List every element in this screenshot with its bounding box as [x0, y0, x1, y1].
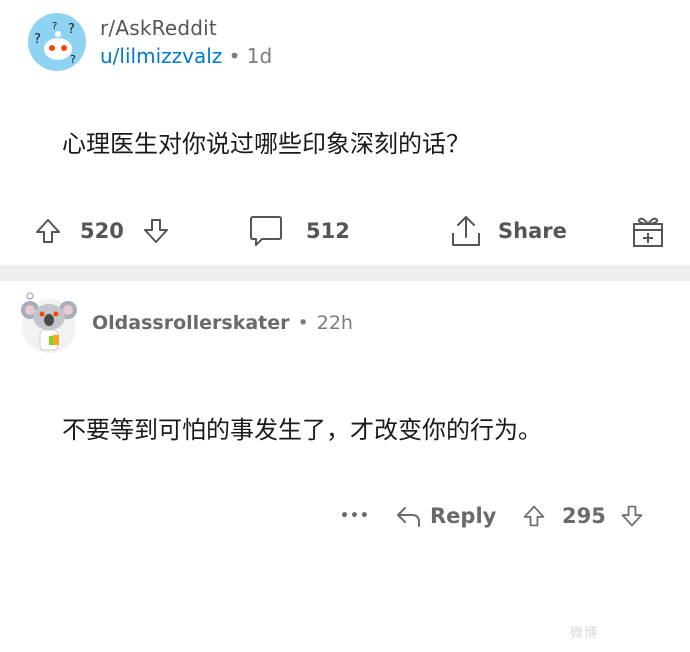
post-header: ? ? ? ? r/AskReddit u/lilmizzvalz • 1d — [28, 12, 272, 72]
post-vote-count: 520 — [80, 219, 124, 243]
snoo-question-icon: ? ? ? ? — [34, 21, 76, 66]
svg-text:?: ? — [52, 21, 57, 32]
downvote-button[interactable] — [142, 205, 170, 257]
reply-arrow-icon — [397, 507, 420, 527]
comment-header: Oldassrollerskater • 22h — [20, 290, 353, 356]
svg-text:?: ? — [68, 22, 75, 37]
comment-meta-separator: • — [297, 312, 309, 334]
reply-button[interactable]: Reply — [394, 492, 496, 540]
comment-age: 22h — [316, 312, 353, 334]
upvote-arrow-icon — [523, 505, 545, 527]
gift-icon — [633, 217, 663, 247]
subreddit-name[interactable]: r/AskReddit — [100, 16, 272, 41]
watermark: 微博 — [570, 626, 599, 641]
svg-text:?: ? — [34, 32, 41, 47]
comment-author[interactable]: Oldassrollerskater — [92, 312, 290, 334]
meta-separator: • — [228, 43, 241, 68]
comment-downvote-button[interactable] — [620, 492, 644, 540]
share-icon — [452, 216, 480, 246]
subreddit-avatar[interactable]: ? ? ? ? — [28, 13, 86, 71]
share-label: Share — [498, 219, 567, 243]
comment-count: 512 — [306, 219, 350, 243]
comment-upvote-button[interactable] — [522, 492, 546, 540]
reply-label: Reply — [430, 504, 497, 528]
post-author[interactable]: u/lilmizzvalz — [100, 44, 222, 68]
comment-action-bar: ••• Reply 295 — [0, 492, 690, 540]
downvote-arrow-icon — [144, 219, 168, 243]
comment-body: 不要等到可怕的事发生了，才改变你的行为。 — [62, 416, 542, 444]
comment-bubble-icon — [250, 216, 282, 246]
award-button[interactable] — [630, 205, 666, 257]
koala-snoo-icon — [21, 292, 77, 353]
comments-button[interactable] — [248, 205, 284, 257]
more-options-button[interactable]: ••• — [340, 492, 370, 540]
upvote-button[interactable] — [34, 205, 62, 257]
section-divider — [0, 265, 690, 281]
svg-text:?: ? — [70, 53, 76, 66]
share-button[interactable]: Share — [448, 205, 567, 257]
upvote-arrow-icon — [36, 219, 60, 243]
user-avatar[interactable] — [20, 292, 78, 354]
downvote-arrow-icon — [621, 505, 643, 527]
post-title: 心理医生对你说过哪些印象深刻的话？ — [62, 130, 470, 158]
comment-vote-count: 295 — [562, 504, 606, 528]
post-age: 1d — [246, 43, 273, 68]
post-action-bar: 520 512 Share — [0, 205, 690, 257]
